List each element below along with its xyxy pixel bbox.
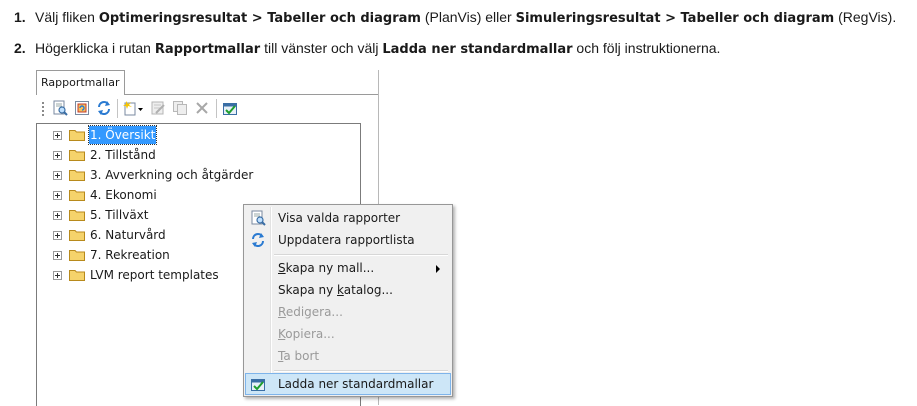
menu-item-copy[interactable]: Kopiera... xyxy=(246,323,450,345)
expand-icon[interactable] xyxy=(53,231,62,240)
menu-item-label-rest: edigera... xyxy=(285,305,343,319)
access-key: S xyxy=(278,261,286,275)
delete-icon[interactable] xyxy=(194,100,210,116)
menu-item-label: Uppdatera rapportlista xyxy=(278,233,415,247)
folder-icon xyxy=(69,170,85,181)
expand-icon[interactable] xyxy=(53,151,62,160)
menu-separator xyxy=(274,254,448,256)
menu-item-view-selected-reports[interactable]: Visa valda rapporter xyxy=(246,207,450,229)
instruction-step-2: 2. Högerklicka i rutan Rapportmallar till… xyxy=(14,39,720,59)
expand-icon[interactable] xyxy=(53,171,62,180)
toolbar-separator xyxy=(216,99,217,118)
toolbar-grip[interactable] xyxy=(42,102,44,116)
folder-icon xyxy=(69,190,85,201)
refresh-icon xyxy=(252,233,264,247)
tree-node-label: LVM report templates xyxy=(90,268,219,282)
expand-icon[interactable] xyxy=(53,271,62,280)
tree-node-label: 3. Avverkning och åtgärder xyxy=(90,168,254,182)
menu-item-label-rest: a bort xyxy=(283,349,320,363)
tree-node-label: 5. Tillväxt xyxy=(90,208,149,222)
menu-item-label: Visa valda rapporter xyxy=(278,211,401,225)
submenu-arrow-icon xyxy=(436,265,440,273)
folder-icon xyxy=(69,150,85,161)
view-report-icon[interactable] xyxy=(52,100,68,116)
menu-item-label: Ladda ner standardmallar xyxy=(278,377,434,391)
instruction-step-1: 1. Välj fliken Optimeringsresultat > Tabe… xyxy=(14,8,896,28)
step-number: 2. xyxy=(14,40,26,56)
menu-item-label-rest: kapa ny mall... xyxy=(285,261,375,275)
refresh-selected-icon[interactable] xyxy=(74,100,90,116)
tab-rapportmallar[interactable]: Rapportmallar xyxy=(36,70,125,95)
access-key: k xyxy=(337,283,344,297)
edit-icon[interactable] xyxy=(150,100,166,116)
step-text: och följ instruktionerna. xyxy=(572,40,721,56)
expand-icon[interactable] xyxy=(53,191,62,200)
menu-item-label-rest: opiera... xyxy=(285,327,335,341)
refresh-icon[interactable] xyxy=(96,100,112,116)
step-text: (PlanVis) eller xyxy=(420,9,516,25)
menu-item-label: Kopiera... xyxy=(278,323,335,345)
menu-item-create-new-template[interactable]: Skapa ny mall... xyxy=(246,257,450,279)
tree-node-label: 1. Översikt xyxy=(87,125,158,145)
menu-item-label: Redigera... xyxy=(278,301,343,323)
download-templates-icon xyxy=(251,379,265,391)
step-text: (RegVis). xyxy=(834,9,897,25)
menu-separator xyxy=(274,370,448,372)
menu-item-label-rest: atalog... xyxy=(343,283,393,297)
access-key: R xyxy=(278,305,286,319)
folder-icon xyxy=(69,230,85,241)
menu-item-label: Ta bort xyxy=(278,345,319,367)
folder-icon xyxy=(69,210,85,221)
expand-icon[interactable] xyxy=(53,251,62,260)
menu-item-refresh-report-list[interactable]: Uppdatera rapportlista xyxy=(246,229,450,251)
menu-item-download-standard-templates[interactable]: Ladda ner standardmallar xyxy=(245,373,451,395)
folder-icon xyxy=(69,270,85,281)
expand-icon[interactable] xyxy=(53,211,62,220)
step-text: Högerklicka i rutan xyxy=(35,40,155,56)
expand-icon[interactable] xyxy=(53,131,62,140)
download-templates-icon[interactable] xyxy=(222,100,238,116)
menu-item-create-new-folder[interactable]: Skapa ny katalog... xyxy=(246,279,450,301)
menu-item-edit[interactable]: Redigera... xyxy=(246,301,450,323)
view-report-icon xyxy=(251,210,266,226)
tree-node-label: 6. Naturvård xyxy=(90,228,166,242)
action-name: Ladda ner standardmallar xyxy=(382,42,573,57)
menu-item-label-pre: Skapa ny xyxy=(278,283,338,297)
toolbar-separator xyxy=(117,99,118,118)
menu-item-label: Skapa ny mall... xyxy=(278,257,374,279)
step-text: till vänster och välj xyxy=(260,40,383,56)
tree-node-label: 7. Rekreation xyxy=(90,248,170,262)
copy-icon[interactable] xyxy=(172,100,188,116)
menu-item-label: Skapa ny katalog... xyxy=(278,279,393,301)
folder-icon xyxy=(69,130,85,141)
folder-icon xyxy=(69,250,85,261)
tree-node-label: 4. Ekonomi xyxy=(90,188,157,202)
context-menu: Visa valda rapporter Uppdatera rapportli… xyxy=(243,204,453,397)
tab-name-optimization: Optimeringsresultat > Tabeller och diagr… xyxy=(98,11,421,26)
new-template-dropdown-icon[interactable] xyxy=(122,100,144,116)
step-number: 1. xyxy=(14,9,26,25)
pane-name: Rapportmallar xyxy=(154,42,261,57)
step-text: Välj fliken xyxy=(35,9,99,25)
tab-name-simulation: Simuleringsresultat > Tabeller och diagr… xyxy=(515,11,835,26)
toolbar xyxy=(38,96,360,122)
tree-node-label: 2. Tillstånd xyxy=(90,148,156,162)
menu-item-delete[interactable]: Ta bort xyxy=(246,345,450,367)
